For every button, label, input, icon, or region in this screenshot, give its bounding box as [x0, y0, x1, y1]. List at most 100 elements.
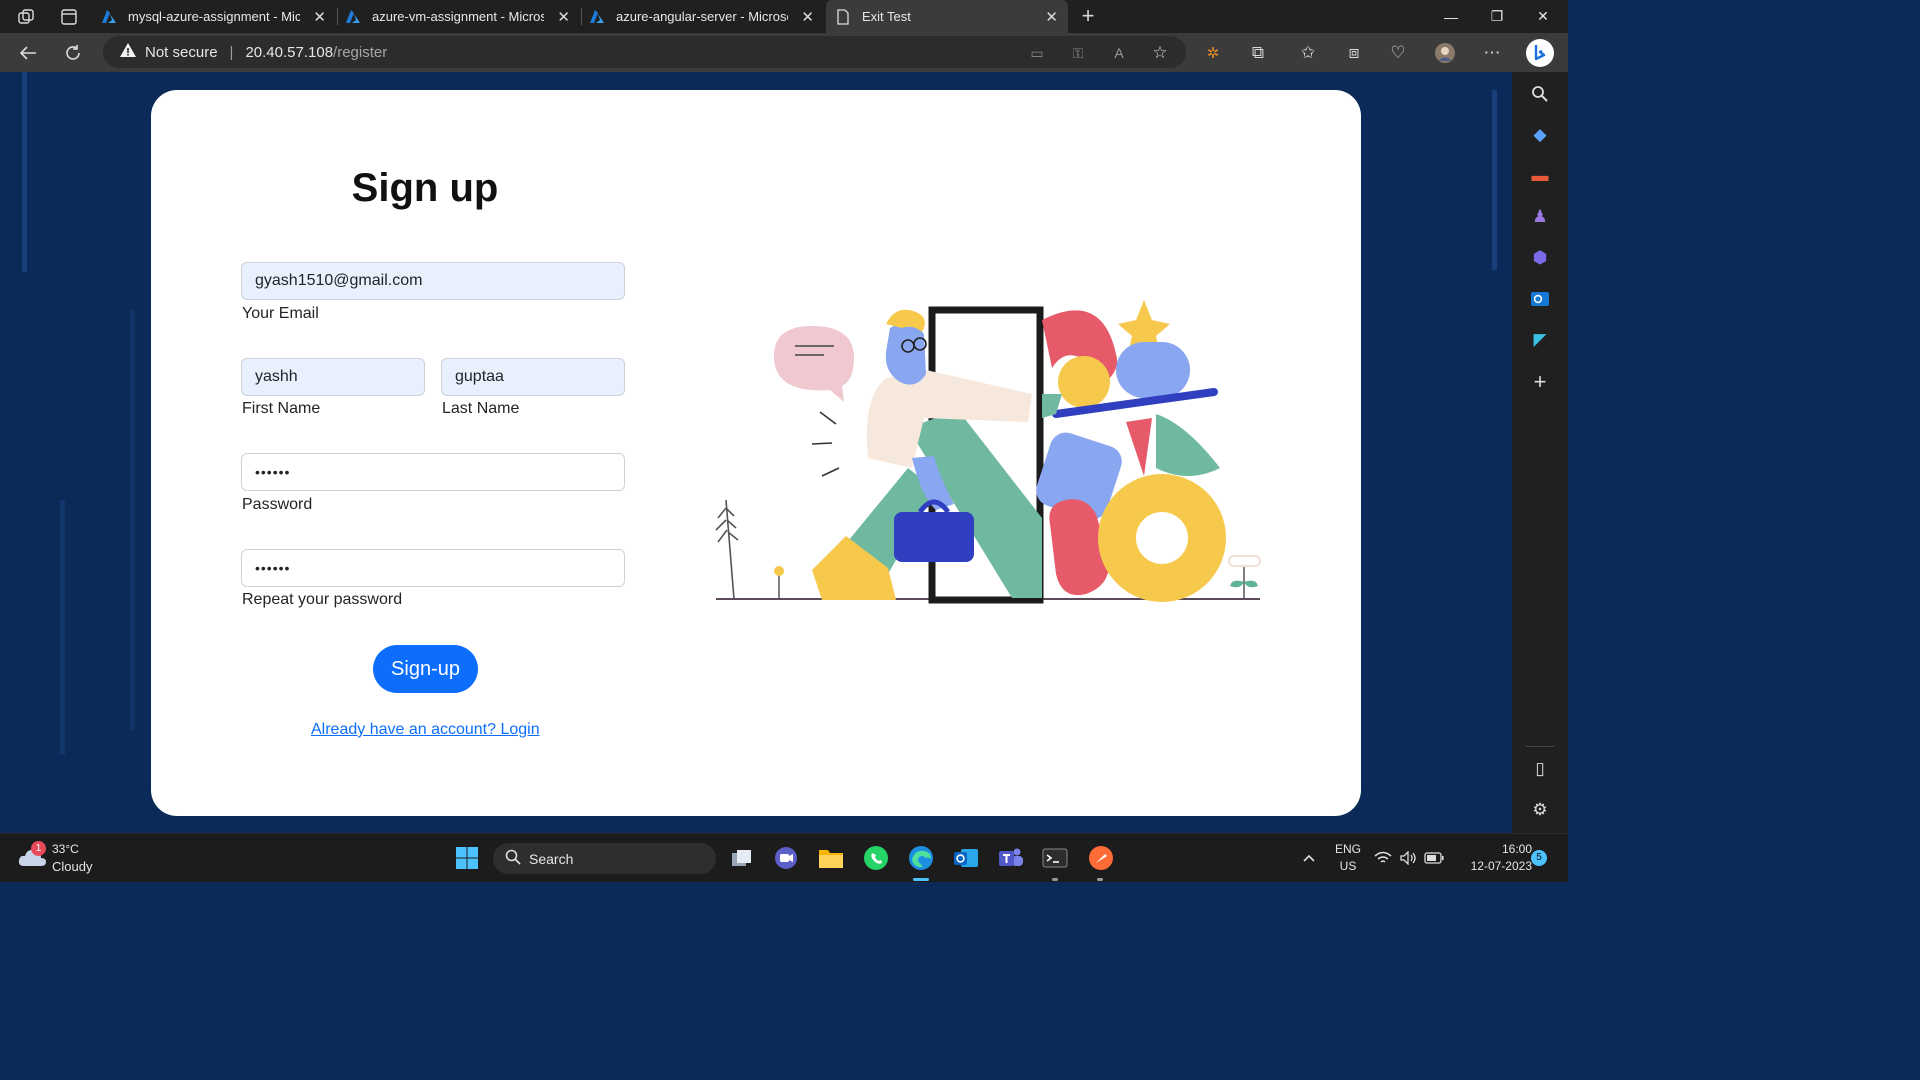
browser-toolbar: Not secure | 20.40.57.108/register ▭ ⚿ A… [0, 33, 1568, 72]
security-label[interactable]: Not secure [145, 44, 218, 61]
login-link[interactable]: Already have an account? Login [311, 721, 540, 739]
weather-temp: 33°C [52, 842, 79, 856]
volume-icon[interactable] [1397, 843, 1421, 873]
tab-title: azure-angular-server - Microsoft [616, 9, 788, 24]
language-code: ENG [1334, 842, 1361, 856]
close-window-button[interactable]: ✕ [1520, 0, 1566, 33]
workspaces-icon[interactable] [12, 3, 40, 31]
more-options-icon[interactable]: ⋯ [1478, 39, 1506, 67]
tab-azure-angular-server[interactable]: azure-angular-server - Microsoft ✕ [586, 0, 824, 33]
file-explorer-icon[interactable] [816, 843, 846, 873]
tools-icon[interactable]: ▬ [1526, 162, 1554, 190]
background-streak [130, 310, 135, 730]
minimize-button[interactable]: ― [1428, 0, 1474, 33]
chevron-up-icon[interactable] [1294, 843, 1324, 873]
close-icon[interactable]: ✕ [1045, 8, 1058, 26]
first-name-label: First Name [242, 400, 321, 417]
azure-logo-icon [98, 9, 120, 24]
tab-mysql-azure-assignment[interactable]: mysql-azure-assignment - Micro ✕ [98, 0, 336, 33]
new-tab-button[interactable]: + [1074, 2, 1102, 30]
page-title: Sign up [351, 166, 499, 210]
favorite-star-icon[interactable]: ☆ [1146, 39, 1174, 67]
browser-essentials-icon[interactable]: ♡ [1384, 39, 1412, 67]
url-path[interactable]: /register [333, 44, 387, 61]
sidebar-panel-icon[interactable]: ▯ [1526, 755, 1554, 783]
task-view-icon[interactable] [727, 843, 757, 873]
background-streak [22, 72, 27, 272]
tab-strip: mysql-azure-assignment - Micro ✕ azure-v… [0, 0, 1568, 33]
back-icon[interactable] [14, 39, 42, 67]
tab-title: azure-vm-assignment - Microsof [372, 9, 544, 24]
password-label: Password [242, 496, 313, 513]
tab-azure-vm-assignment[interactable]: azure-vm-assignment - Microsof ✕ [342, 0, 580, 33]
outlook-icon[interactable] [1526, 285, 1554, 313]
close-icon[interactable]: ✕ [557, 8, 570, 26]
postman-icon[interactable] [1086, 843, 1116, 873]
whatsapp-icon[interactable] [861, 843, 891, 873]
background-streak [60, 500, 65, 755]
weather-widget[interactable]: 1 33°C Cloudy [18, 841, 128, 876]
chat-icon[interactable] [771, 843, 801, 873]
close-icon[interactable]: ✕ [313, 8, 326, 26]
profile-avatar[interactable] [1431, 39, 1459, 67]
favorites-icon[interactable]: ✩ [1294, 39, 1322, 67]
app-available-icon[interactable]: ▭ [1023, 39, 1051, 67]
repeat-password-field[interactable]: •••••• [241, 549, 625, 587]
weather-badge: 1 [31, 841, 46, 856]
taskbar-search[interactable]: Search [493, 843, 716, 874]
extension-icon[interactable]: ✲ [1199, 39, 1227, 67]
weather-condition: Cloudy [52, 859, 93, 874]
first-name-field[interactable]: yashh [241, 358, 425, 396]
refresh-icon[interactable] [59, 39, 87, 67]
close-icon[interactable]: ✕ [801, 8, 814, 26]
teams-icon[interactable] [996, 843, 1026, 873]
extensions-icon[interactable]: ⧉ [1244, 39, 1272, 67]
tab-exit-test[interactable]: Exit Test ✕ [826, 0, 1068, 33]
collections-icon[interactable]: ⧈ [1340, 39, 1368, 67]
notification-badge[interactable]: 5 [1531, 850, 1547, 866]
tab-actions-icon[interactable] [55, 3, 83, 31]
drop-icon[interactable]: ◤ [1526, 326, 1554, 354]
wifi-icon[interactable] [1371, 843, 1395, 873]
search-icon [505, 849, 521, 868]
search-label: Search [529, 850, 574, 867]
search-icon[interactable] [1526, 80, 1554, 108]
signup-illustration [715, 300, 1261, 604]
microsoft-365-icon[interactable]: ⬢ [1526, 244, 1554, 272]
shopping-tag-icon[interactable]: ◆ [1526, 121, 1554, 149]
azure-logo-icon [586, 9, 608, 24]
tab-title: mysql-azure-assignment - Micro [128, 9, 300, 24]
edge-sidebar: ◆ ▬ ♟ ⬢ ◤ + ▯ ⚙ [1512, 72, 1568, 833]
last-name-field[interactable]: guptaa [441, 358, 625, 396]
add-sidebar-app-icon[interactable]: + [1526, 368, 1554, 396]
url-host[interactable]: 20.40.57.108 [245, 44, 333, 61]
warning-icon[interactable] [119, 42, 137, 62]
clock-time: 16:00 [1501, 842, 1532, 856]
page-icon [832, 8, 854, 25]
language-indicator[interactable]: ENG US [1330, 842, 1366, 873]
start-windows-icon[interactable] [452, 843, 482, 873]
terminal-icon[interactable] [1040, 843, 1070, 873]
last-name-label: Last Name [442, 400, 520, 417]
bing-copilot-icon[interactable] [1524, 37, 1556, 69]
key-icon[interactable]: ⚿ [1064, 39, 1092, 67]
restore-button[interactable]: ❐ [1474, 0, 1520, 33]
tab-title: Exit Test [862, 9, 911, 24]
read-aloud-icon[interactable]: A [1105, 39, 1133, 67]
clock-date: 12-07-2023 [1470, 859, 1532, 873]
games-icon[interactable]: ♟ [1526, 203, 1554, 231]
signup-button[interactable]: Sign-up [373, 645, 478, 693]
email-label: Your Email [242, 305, 319, 322]
repeat-password-label: Repeat your password [242, 591, 403, 608]
password-field[interactable]: •••••• [241, 453, 625, 491]
background-streak [1492, 90, 1497, 270]
windows-taskbar: 1 33°C Cloudy Search ENG US 16:00 12-07-… [0, 833, 1568, 882]
clock[interactable]: 16:00 12-07-2023 [1452, 842, 1532, 873]
battery-icon[interactable] [1422, 843, 1446, 873]
region-code: US [1339, 859, 1357, 873]
azure-logo-icon [342, 9, 364, 24]
settings-gear-icon[interactable]: ⚙ [1526, 796, 1554, 824]
outlook-icon[interactable] [951, 843, 981, 873]
edge-browser-icon[interactable] [906, 843, 936, 873]
email-field[interactable]: gyash1510@gmail.com [241, 262, 625, 300]
